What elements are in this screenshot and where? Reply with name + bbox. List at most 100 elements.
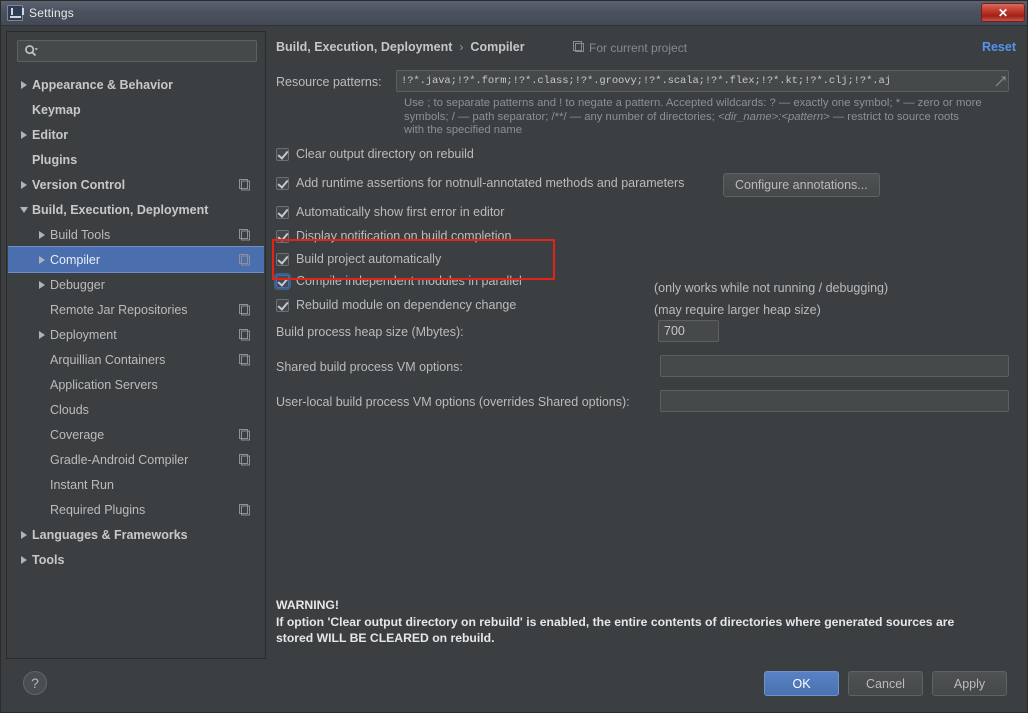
userlocal-vm-options-input[interactable] — [661, 392, 1008, 410]
expand-editor-icon[interactable] — [992, 71, 1008, 91]
sidebar-item-version-control[interactable]: Version Control — [8, 172, 264, 197]
sidebar-item-label: Clouds — [50, 402, 89, 417]
compiler-settings-panel: Build, Execution, Deployment › Compiler … — [269, 31, 1024, 659]
sidebar-item-arquillian-containers[interactable]: Arquillian Containers — [8, 347, 264, 372]
resource-patterns-input[interactable] — [397, 72, 992, 90]
configure-annotations-button[interactable]: Configure annotations... — [723, 173, 880, 197]
apply-button[interactable]: Apply — [932, 671, 1007, 696]
sidebar-item-build-execution-deployment[interactable]: Build, Execution, Deployment — [8, 197, 264, 222]
checkbox-row-compile-independent-modules-in-parallel[interactable]: Compile independent modules in parallel — [274, 272, 522, 290]
heap-size-field[interactable] — [658, 320, 830, 342]
sidebar-item-remote-jar-repositories[interactable]: Remote Jar Repositories — [8, 297, 264, 322]
checkbox-row-build-project-automatically[interactable]: Build project automatically — [276, 252, 441, 266]
heap-size-input[interactable] — [659, 322, 830, 340]
sidebar-item-coverage[interactable]: Coverage — [8, 422, 264, 447]
sidebar-item-label: Version Control — [32, 177, 126, 192]
checkbox-row-add-runtime-assertions-for-notnull-annotated-methods-and-parameters[interactable]: Add runtime assertions for notnull-annot… — [276, 176, 684, 190]
project-scope-icon — [239, 178, 251, 191]
sidebar-item-deployment[interactable]: Deployment — [8, 322, 264, 347]
sidebar-item-languages-frameworks[interactable]: Languages & Frameworks — [8, 522, 264, 547]
shared-vm-options-field[interactable] — [660, 355, 1009, 377]
checkbox-compile-independent-modules-in-parallel[interactable] — [274, 272, 291, 290]
chevron-right-icon[interactable] — [34, 247, 50, 272]
search-input[interactable] — [44, 42, 256, 60]
checkbox-add-runtime-assertions-for-notnull-annotated-methods-and-parameters[interactable] — [276, 176, 289, 190]
sidebar-item-label: Build, Execution, Deployment — [32, 202, 209, 217]
userlocal-vm-options-field[interactable] — [660, 390, 1009, 412]
settings-sidebar: Appearance & Behavior Keymap Editor Plugins… — [6, 31, 266, 659]
cancel-button[interactable]: Cancel — [848, 671, 923, 696]
sidebar-item-plugins[interactable]: Plugins — [8, 147, 264, 172]
checkbox-rebuild-module-on-dependency-change[interactable] — [276, 298, 289, 312]
build-automatically-note: (only works while not running / debuggin… — [654, 281, 889, 295]
sidebar-item-build-tools[interactable]: Build Tools — [8, 222, 264, 247]
search-box[interactable] — [17, 40, 257, 62]
sidebar-item-gradle-android-compiler[interactable]: Gradle-Android Compiler — [8, 447, 264, 472]
help-line-3: with the specified name — [404, 124, 523, 136]
shared-vm-options-input[interactable] — [661, 357, 1008, 375]
close-icon[interactable]: ✕ — [981, 3, 1025, 22]
reset-link[interactable]: Reset — [982, 40, 1016, 54]
warning-line-2: If option 'Clear output directory on reb… — [276, 614, 955, 629]
sidebar-item-label: Keymap — [32, 102, 81, 117]
chevron-right-icon[interactable] — [34, 322, 50, 347]
chevron-right-icon[interactable] — [34, 272, 50, 297]
resource-patterns-field[interactable] — [396, 70, 1009, 92]
chevron-right-icon[interactable] — [16, 122, 32, 147]
breadcrumb: Build, Execution, Deployment › Compiler — [276, 40, 525, 54]
chevron-right-icon[interactable] — [16, 522, 32, 547]
checkbox-row-clear-output-directory-on-rebuild[interactable]: Clear output directory on rebuild — [276, 147, 474, 161]
chevron-right-icon[interactable] — [16, 172, 32, 197]
chevron-right-icon[interactable] — [16, 72, 32, 97]
sidebar-item-label: Tools — [32, 552, 65, 567]
chevron-right-icon[interactable] — [34, 222, 50, 247]
chevron-down-icon[interactable] — [16, 197, 32, 222]
help-line-1: Use ; to separate patterns and ! to nega… — [404, 97, 982, 109]
checkbox-row-automatically-show-first-error-in-editor[interactable]: Automatically show first error in editor — [276, 205, 504, 219]
checkbox-row-rebuild-module-on-dependency-change[interactable]: Rebuild module on dependency change — [276, 298, 516, 312]
checkbox-row-display-notification-on-build-completion[interactable]: Display notification on build completion — [276, 229, 511, 243]
chevron-right-icon[interactable] — [16, 547, 32, 572]
sidebar-item-clouds[interactable]: Clouds — [8, 397, 264, 422]
project-scope-icon — [239, 453, 251, 466]
checkbox-display-notification-on-build-completion[interactable] — [276, 229, 289, 243]
checkbox-label: Rebuild module on dependency change — [296, 298, 517, 312]
sidebar-item-editor[interactable]: Editor — [8, 122, 264, 147]
ok-button[interactable]: OK — [764, 671, 839, 696]
checkbox-label: Add runtime assertions for notnull-annot… — [296, 176, 685, 190]
checkbox-automatically-show-first-error-in-editor[interactable] — [276, 205, 289, 219]
sidebar-item-appearance-behavior[interactable]: Appearance & Behavior — [8, 72, 264, 97]
userlocal-vm-options-label: User-local build process VM options (ove… — [276, 395, 630, 409]
checkbox-clear-output-directory-on-rebuild[interactable] — [276, 147, 289, 161]
warning-message: WARNING! If option 'Clear output directo… — [276, 597, 1016, 647]
sidebar-item-application-servers[interactable]: Application Servers — [8, 372, 264, 397]
sidebar-item-debugger[interactable]: Debugger — [8, 272, 264, 297]
sidebar-item-instant-run[interactable]: Instant Run — [8, 472, 264, 497]
for-current-project-label: For current project — [589, 41, 688, 55]
sidebar-item-compiler[interactable]: Compiler — [8, 246, 264, 273]
help-line-2-italic: <dir_name>:<pattern> — [717, 110, 830, 123]
search-icon[interactable] — [18, 44, 44, 58]
help-line-2b: — restrict to source roots — [829, 110, 960, 123]
sidebar-item-label: Compiler — [50, 252, 101, 267]
sidebar-item-keymap[interactable]: Keymap — [8, 97, 264, 122]
sidebar-item-tools[interactable]: Tools — [8, 547, 264, 572]
breadcrumb-leaf: Compiler — [470, 40, 525, 54]
sidebar-item-required-plugins[interactable]: Required Plugins — [8, 497, 264, 522]
checkbox-label: Build project automatically — [296, 252, 442, 266]
intellij-idea-icon — [7, 5, 24, 21]
help-button[interactable]: ? — [23, 671, 47, 695]
warning-line-3: stored WILL BE CLEARED on rebuild. — [276, 631, 495, 645]
heap-size-label: Build process heap size (Mbytes): — [276, 325, 464, 339]
breadcrumb-root[interactable]: Build, Execution, Deployment — [276, 40, 452, 54]
project-scope-icon — [239, 328, 251, 341]
checkbox-build-project-automatically[interactable] — [276, 252, 289, 266]
breadcrumb-separator-icon: › — [459, 40, 464, 54]
